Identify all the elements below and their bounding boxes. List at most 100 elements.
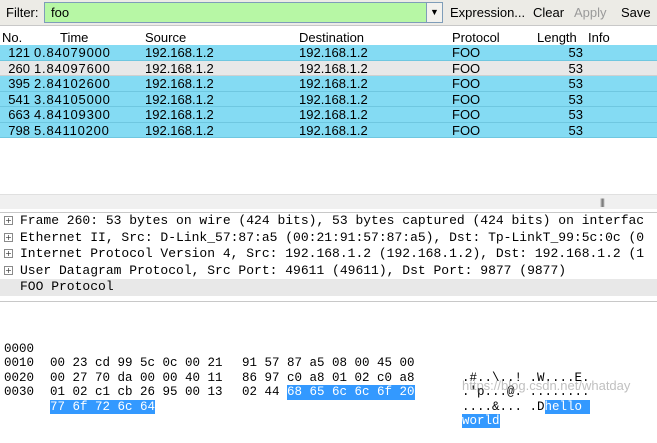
column-header-no[interactable]: No. — [2, 30, 22, 45]
detail-text: User Datagram Protocol, Src Port: 49611 … — [20, 262, 567, 278]
detail-row-ipv4[interactable]: + Internet Protocol Version 4, Src: 192.… — [0, 246, 657, 263]
hex-byte[interactable]: 64 — [140, 399, 156, 414]
column-header-protocol[interactable]: Protocol — [452, 30, 500, 45]
hex-byte[interactable]: 6c — [117, 399, 141, 414]
detail-row-foo-protocol[interactable]: FOO Protocol — [0, 279, 657, 296]
hex-byte[interactable]: c1 — [95, 385, 110, 400]
packet-row[interactable]: 395 2.84102600 192.168.1.2 192.168.1.2 F… — [0, 76, 657, 92]
detail-text: FOO Protocol — [20, 279, 114, 294]
hex-byte[interactable]: 6f — [72, 399, 96, 414]
ascii-highlight: hello — [544, 399, 590, 414]
packet-row[interactable]: 663 4.84109300 192.168.1.2 192.168.1.2 F… — [0, 107, 657, 123]
hex-ascii: ....&... .Dhello — [462, 399, 590, 415]
hex-byte[interactable]: 08 — [332, 356, 347, 371]
clear-button[interactable]: Clear — [533, 5, 564, 20]
detail-row-frame[interactable]: + Frame 260: 53 bytes on wire (424 bits)… — [0, 213, 657, 230]
hex-byte[interactable]: da — [118, 371, 133, 386]
packet-length: 53 — [568, 122, 583, 138]
hex-line[interactable]: 0010 00 27 70 da 00 00 40 11 86 97 c0 a8 01 02 c0 a8 .'… — [4, 342, 590, 399]
hex-byte[interactable]: 11 — [208, 371, 223, 386]
hex-byte[interactable]: a5 — [310, 356, 325, 371]
hex-byte[interactable]: 27 — [73, 371, 88, 386]
hex-byte[interactable]: 91 — [242, 356, 257, 371]
packet-no: 395 — [8, 76, 30, 91]
packet-row[interactable]: 541 3.84105000 192.168.1.2 192.168.1.2 F… — [0, 91, 657, 107]
expression-button[interactable]: Expression... — [450, 5, 525, 20]
hex-byte[interactable]: 97 — [265, 371, 280, 386]
hex-byte[interactable]: 01 — [50, 385, 65, 400]
packet-list-scrollbar[interactable]: ||| — [0, 194, 657, 209]
hex-byte[interactable]: 02 — [242, 385, 257, 400]
hex-byte[interactable]: a8 — [400, 371, 415, 386]
filter-input[interactable]: foo — [44, 2, 427, 23]
hex-byte[interactable]: a8 — [310, 371, 325, 386]
hex-line[interactable]: 0000 00 23 cd 99 5c 0c 00 21 91 57 87 a5 08 00 45 00 .#… — [4, 327, 590, 385]
expand-icon[interactable]: + — [4, 265, 13, 275]
packet-destination: 192.168.1.2 — [299, 122, 368, 138]
column-header-source[interactable]: Source — [145, 30, 186, 45]
hex-byte[interactable]: 0c — [163, 356, 178, 371]
hex-byte[interactable]: 13 — [208, 385, 223, 400]
column-header-destination[interactable]: Destination — [299, 30, 364, 45]
packet-length: 53 — [568, 91, 583, 107]
hex-byte[interactable]: 00 — [50, 371, 65, 386]
hex-byte[interactable]: 26 — [140, 385, 155, 400]
hex-byte[interactable]: 99 — [118, 356, 133, 371]
hex-byte[interactable]: 57 — [265, 356, 280, 371]
hex-byte[interactable]: 00 — [355, 356, 370, 371]
expand-icon[interactable]: + — [4, 232, 13, 242]
hex-byte[interactable]: 6f — [377, 385, 400, 400]
hex-byte[interactable]: 95 — [163, 385, 178, 400]
hex-byte[interactable]: 01 — [332, 371, 347, 386]
hex-byte[interactable]: 70 — [95, 371, 110, 386]
hex-byte[interactable]: 86 — [242, 371, 257, 386]
apply-button[interactable]: Apply — [574, 5, 607, 20]
hex-byte[interactable]: 72 — [95, 399, 118, 414]
hex-byte[interactable]: cb — [118, 385, 133, 400]
ascii-plain: ....&... .D — [462, 399, 545, 414]
hex-line[interactable]: 0030 77 6f 72 6c 64 world — [4, 371, 500, 428]
detail-row-ethernet[interactable]: + Ethernet II, Src: D-Link_57:87:a5 (00:… — [0, 230, 657, 247]
hex-byte[interactable]: 40 — [185, 371, 200, 386]
hex-byte[interactable]: 77 — [50, 399, 73, 414]
expand-icon[interactable]: + — [4, 216, 13, 225]
packet-destination: 192.168.1.2 — [299, 107, 368, 122]
packet-row[interactable]: 798 5.84110200 192.168.1.2 192.168.1.2 F… — [0, 122, 657, 138]
hex-byte[interactable]: 6c — [354, 385, 378, 400]
hex-byte[interactable]: 44 — [265, 385, 280, 400]
hex-byte[interactable]: c0 — [377, 371, 392, 386]
hex-byte[interactable]: 45 — [377, 356, 392, 371]
column-header-length[interactable]: Length — [537, 30, 577, 45]
hex-byte[interactable]: 00 — [50, 356, 65, 371]
hex-byte[interactable]: 23 — [73, 356, 88, 371]
column-header-info[interactable]: Info — [588, 30, 610, 45]
detail-text: Ethernet II, Src: D-Link_57:87:a5 (00:21… — [20, 229, 645, 245]
hex-byte[interactable]: 00 — [163, 371, 178, 386]
hex-byte[interactable]: 21 — [208, 356, 223, 371]
detail-row-udp[interactable]: + User Datagram Protocol, Src Port: 4961… — [0, 263, 657, 280]
save-button[interactable]: Save — [621, 5, 651, 20]
hex-byte[interactable]: c0 — [287, 371, 302, 386]
filter-dropdown-button[interactable]: ▼ — [427, 2, 443, 23]
packet-source: 192.168.1.2 — [145, 45, 214, 60]
hex-byte[interactable]: 02 — [355, 371, 370, 386]
hex-byte[interactable]: 6c — [332, 385, 355, 400]
packet-row-selected[interactable]: 260 1.84097600 192.168.1.2 192.168.1.2 F… — [0, 60, 657, 76]
hex-byte[interactable]: 00 — [400, 356, 415, 371]
expand-icon[interactable]: + — [4, 249, 13, 258]
hex-byte[interactable]: 00 — [140, 371, 155, 386]
hex-byte[interactable]: 00 — [185, 385, 200, 400]
hex-byte[interactable]: 02 — [73, 385, 88, 400]
hex-line[interactable]: 0020 01 02 c1 cb 26 95 00 13 02 44 68 65 6c 6c 6f 20 ..… — [4, 356, 590, 414]
hex-byte[interactable]: 00 — [185, 356, 200, 371]
packet-time: 1.84097600 — [34, 60, 111, 76]
hex-byte[interactable]: 68 — [287, 385, 310, 400]
hex-offset: 0030 — [4, 385, 35, 399]
packet-row[interactable]: 121 0.84079000 192.168.1.2 192.168.1.2 F… — [0, 45, 657, 61]
hex-byte[interactable]: 65 — [309, 385, 333, 400]
column-header-time[interactable]: Time — [60, 30, 88, 45]
hex-byte[interactable]: 5c — [140, 356, 155, 371]
hex-byte[interactable]: cd — [95, 356, 110, 371]
hex-byte[interactable]: 20 — [399, 385, 415, 400]
hex-byte[interactable]: 87 — [287, 356, 302, 371]
